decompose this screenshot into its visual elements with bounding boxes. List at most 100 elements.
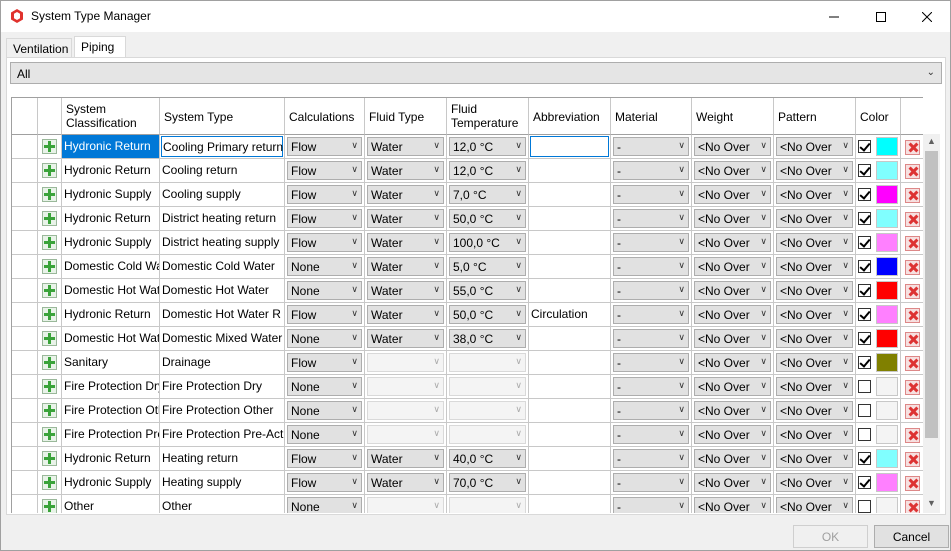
material-dropdown[interactable]: - ∨ bbox=[613, 305, 689, 324]
table-row[interactable]: Sanitary Drainage Flow ∨ ∨ ∨ - ∨ <No Over ∨ <No Ov… bbox=[12, 351, 923, 375]
system-type-cell[interactable]: Cooling return bbox=[160, 159, 285, 183]
row-header[interactable] bbox=[12, 375, 38, 399]
material-cell[interactable]: - ∨ bbox=[611, 135, 692, 159]
weight-dropdown[interactable]: <No Over ∨ bbox=[694, 305, 771, 324]
material-dropdown[interactable]: - ∨ bbox=[613, 137, 689, 156]
pattern-cell[interactable]: <No Over ∨ bbox=[774, 471, 856, 495]
weight-cell[interactable]: <No Over ∨ bbox=[692, 255, 774, 279]
temperature-cell[interactable]: 12,0 °C ∨ bbox=[447, 159, 529, 183]
row-header[interactable] bbox=[12, 351, 38, 375]
calculations-dropdown[interactable]: Flow ∨ bbox=[287, 185, 362, 204]
delete-icon[interactable] bbox=[905, 428, 920, 443]
color-cell[interactable] bbox=[856, 495, 901, 513]
calculations-dropdown[interactable]: None ∨ bbox=[287, 329, 362, 348]
classification-cell[interactable]: Hydronic Return bbox=[62, 159, 160, 183]
classification-cell[interactable]: Hydronic Return bbox=[62, 303, 160, 327]
calculations-cell[interactable]: None ∨ bbox=[285, 375, 365, 399]
material-dropdown[interactable]: - ∨ bbox=[613, 233, 689, 252]
table-row[interactable]: Domestic Hot Wat Domestic Mixed Water None… bbox=[12, 327, 923, 351]
color-swatch[interactable] bbox=[876, 449, 898, 468]
header-calculations[interactable]: Calculations bbox=[285, 98, 365, 135]
plus-icon[interactable] bbox=[42, 403, 57, 418]
abbreviation-cell[interactable] bbox=[529, 351, 611, 375]
maximize-button[interactable] bbox=[858, 1, 904, 32]
abbreviation-cell[interactable] bbox=[529, 231, 611, 255]
row-header[interactable] bbox=[12, 159, 38, 183]
color-cell[interactable] bbox=[856, 279, 901, 303]
weight-dropdown[interactable]: <No Over ∨ bbox=[694, 185, 771, 204]
table-row[interactable]: Other Other None ∨ ∨ ∨ - ∨ <No Over ∨ <No Over ∨ bbox=[12, 495, 923, 513]
color-cell[interactable] bbox=[856, 327, 901, 351]
color-override-checkbox[interactable] bbox=[858, 212, 871, 225]
temperature-cell[interactable]: 50,0 °C ∨ bbox=[447, 207, 529, 231]
calculations-cell[interactable]: None ∨ bbox=[285, 279, 365, 303]
material-cell[interactable]: - ∨ bbox=[611, 399, 692, 423]
fluid-type-cell[interactable]: ∨ bbox=[365, 351, 447, 375]
pattern-cell[interactable]: <No Over ∨ bbox=[774, 183, 856, 207]
pattern-dropdown[interactable]: <No Over ∨ bbox=[776, 401, 853, 420]
material-cell[interactable]: - ∨ bbox=[611, 231, 692, 255]
temperature-cell[interactable]: 38,0 °C ∨ bbox=[447, 327, 529, 351]
abbreviation-cell[interactable] bbox=[529, 327, 611, 351]
add-cell[interactable] bbox=[38, 447, 62, 471]
color-cell[interactable] bbox=[856, 231, 901, 255]
delete-icon[interactable] bbox=[905, 260, 920, 275]
plus-icon[interactable] bbox=[42, 211, 57, 226]
weight-cell[interactable]: <No Over ∨ bbox=[692, 447, 774, 471]
pattern-cell[interactable]: <No Over ∨ bbox=[774, 231, 856, 255]
delete-icon[interactable] bbox=[905, 380, 920, 395]
delete-icon[interactable] bbox=[905, 332, 920, 347]
color-swatch[interactable] bbox=[876, 353, 898, 372]
header-system-type[interactable]: System Type bbox=[160, 98, 285, 135]
weight-dropdown[interactable]: <No Over ∨ bbox=[694, 233, 771, 252]
color-cell[interactable] bbox=[856, 207, 901, 231]
color-swatch[interactable] bbox=[876, 329, 898, 348]
calculations-dropdown[interactable]: Flow ∨ bbox=[287, 233, 362, 252]
weight-cell[interactable]: <No Over ∨ bbox=[692, 351, 774, 375]
delete-icon[interactable] bbox=[905, 236, 920, 251]
color-override-checkbox[interactable] bbox=[858, 140, 871, 153]
fluid-type-dropdown[interactable]: ∨ bbox=[367, 425, 444, 444]
pattern-dropdown[interactable]: <No Over ∨ bbox=[776, 233, 853, 252]
weight-cell[interactable]: <No Over ∨ bbox=[692, 471, 774, 495]
system-type-cell[interactable]: Fire Protection Dry bbox=[160, 375, 285, 399]
classification-cell[interactable]: Hydronic Supply bbox=[62, 231, 160, 255]
color-override-checkbox[interactable] bbox=[858, 308, 871, 321]
abbreviation-cell[interactable] bbox=[529, 375, 611, 399]
calculations-dropdown[interactable]: None ∨ bbox=[287, 425, 362, 444]
delete-icon[interactable] bbox=[905, 308, 920, 323]
row-header[interactable] bbox=[12, 399, 38, 423]
pattern-cell[interactable]: <No Over ∨ bbox=[774, 207, 856, 231]
pattern-cell[interactable]: <No Over ∨ bbox=[774, 375, 856, 399]
row-header[interactable] bbox=[12, 183, 38, 207]
temperature-cell[interactable]: 40,0 °C ∨ bbox=[447, 447, 529, 471]
temperature-cell[interactable]: ∨ bbox=[447, 351, 529, 375]
calculations-cell[interactable]: None ∨ bbox=[285, 255, 365, 279]
classification-cell[interactable]: Hydronic Return bbox=[62, 447, 160, 471]
color-cell[interactable] bbox=[856, 183, 901, 207]
weight-dropdown[interactable]: <No Over ∨ bbox=[694, 281, 771, 300]
material-dropdown[interactable]: - ∨ bbox=[613, 185, 689, 204]
scroll-down-icon[interactable]: ▼ bbox=[927, 498, 936, 508]
table-row[interactable]: Hydronic Supply Heating supply Flow ∨ Water ∨… bbox=[12, 471, 923, 495]
calculations-dropdown[interactable]: Flow ∨ bbox=[287, 305, 362, 324]
calculations-dropdown[interactable]: None ∨ bbox=[287, 257, 362, 276]
plus-icon[interactable] bbox=[42, 259, 57, 274]
fluid-type-dropdown[interactable]: Water ∨ bbox=[367, 161, 444, 180]
color-override-checkbox[interactable] bbox=[858, 428, 871, 441]
add-cell[interactable] bbox=[38, 159, 62, 183]
fluid-type-cell[interactable]: ∨ bbox=[365, 399, 447, 423]
weight-dropdown[interactable]: <No Over ∨ bbox=[694, 497, 771, 513]
delete-cell[interactable] bbox=[901, 135, 923, 159]
temperature-cell[interactable]: 7,0 °C ∨ bbox=[447, 183, 529, 207]
temperature-cell[interactable]: ∨ bbox=[447, 375, 529, 399]
color-override-checkbox[interactable] bbox=[858, 236, 871, 249]
classification-cell[interactable]: Domestic Cold Wa bbox=[62, 255, 160, 279]
material-cell[interactable]: - ∨ bbox=[611, 255, 692, 279]
add-cell[interactable] bbox=[38, 279, 62, 303]
delete-icon[interactable] bbox=[905, 212, 920, 227]
system-type-cell[interactable]: Domestic Hot Water R bbox=[160, 303, 285, 327]
material-dropdown[interactable]: - ∨ bbox=[613, 353, 689, 372]
abbreviation-cell[interactable]: Circulation bbox=[529, 303, 611, 327]
add-cell[interactable] bbox=[38, 471, 62, 495]
